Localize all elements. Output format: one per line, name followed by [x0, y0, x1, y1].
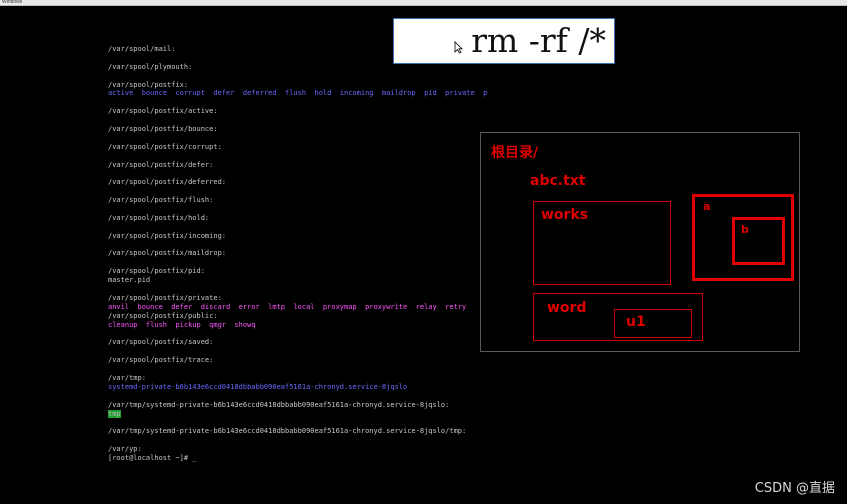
word-folder-box: word u1	[533, 293, 703, 341]
terminal-line: /var/spool/postfix/pid:	[108, 267, 205, 276]
terminal-line: /var/spool/postfix/public:	[108, 311, 218, 320]
a-folder-box: a b	[692, 194, 794, 281]
terminal-line: /var/spool/postfix/active:	[108, 107, 218, 116]
terminal-line: /var/spool/postfix/bounce:	[108, 125, 218, 134]
terminal-line: /var/tmp:	[108, 373, 146, 382]
b-folder-box: b	[732, 217, 785, 265]
command-text: rm -rf /*	[471, 21, 606, 60]
terminal-line: /var/spool/postfix/maildrop:	[108, 249, 227, 258]
root-dir-label: 根目录/	[491, 145, 539, 161]
terminal-output[interactable]: /var/spool/mail:/var/spool/plymouth:/var…	[108, 45, 488, 475]
terminal-line: active bounce corrupt defer deferred flu…	[108, 89, 488, 98]
works-folder-label: works	[541, 207, 589, 223]
terminal-line: /var/spool/postfix/corrupt:	[108, 142, 222, 151]
word-folder-label: word	[547, 300, 587, 316]
command-callout: rm -rf /*	[393, 18, 615, 64]
terminal-line: /var/spool/postfix/hold:	[108, 213, 210, 222]
terminal-line: /var/spool/postfix/defer:	[108, 160, 214, 169]
u1-folder-label: u1	[626, 314, 646, 330]
terminal-line: /var/yp:	[108, 445, 142, 454]
terminal-line: /var/spool/postfix/private:	[108, 293, 222, 302]
terminal-line: systemd-private-b6b143e6ccd0418dbbabb090…	[108, 382, 408, 391]
b-folder-label: b	[741, 223, 749, 236]
terminal-line: anvil bounce defer discard error lmtp lo…	[108, 302, 467, 311]
directory-diagram: 根目录/ abc.txt works a b word u1	[480, 132, 800, 352]
terminal-line: /var/spool/postfix/saved:	[108, 338, 214, 347]
highlighted-dir-entry: tmp	[108, 409, 121, 418]
terminal-line: /var/spool/postfix/flush:	[108, 196, 214, 205]
mouse-cursor-icon	[454, 41, 463, 54]
abc-file-label: abc.txt	[530, 173, 586, 189]
terminal-line: cleanup flush pickup qmgr showq	[108, 320, 256, 329]
terminal-line: tmp	[108, 409, 488, 419]
u1-folder-box: u1	[614, 309, 692, 338]
terminal-line: /var/tmp/systemd-private-b6b143e6ccd0418…	[108, 400, 450, 409]
window-title: Windows	[2, 0, 23, 5]
terminal-line: /var/spool/postfix/trace:	[108, 356, 214, 365]
terminal-line: master.pid	[108, 276, 151, 285]
terminal-line: /var/spool/plymouth:	[108, 62, 193, 71]
watermark: CSDN @直据	[754, 481, 835, 496]
window-titlebar: Windows	[0, 0, 847, 6]
terminal-line: /var/spool/postfix/incoming:	[108, 231, 227, 240]
terminal-line: /var/spool/postfix/deferred:	[108, 178, 227, 187]
works-folder-box: works	[533, 201, 671, 285]
a-folder-label: a	[703, 200, 711, 213]
terminal-line: /var/spool/postfix:	[108, 80, 189, 89]
terminal-line: [root@localhost ~]# _	[108, 453, 197, 462]
terminal-line: /var/tmp/systemd-private-b6b143e6ccd0418…	[108, 427, 467, 436]
